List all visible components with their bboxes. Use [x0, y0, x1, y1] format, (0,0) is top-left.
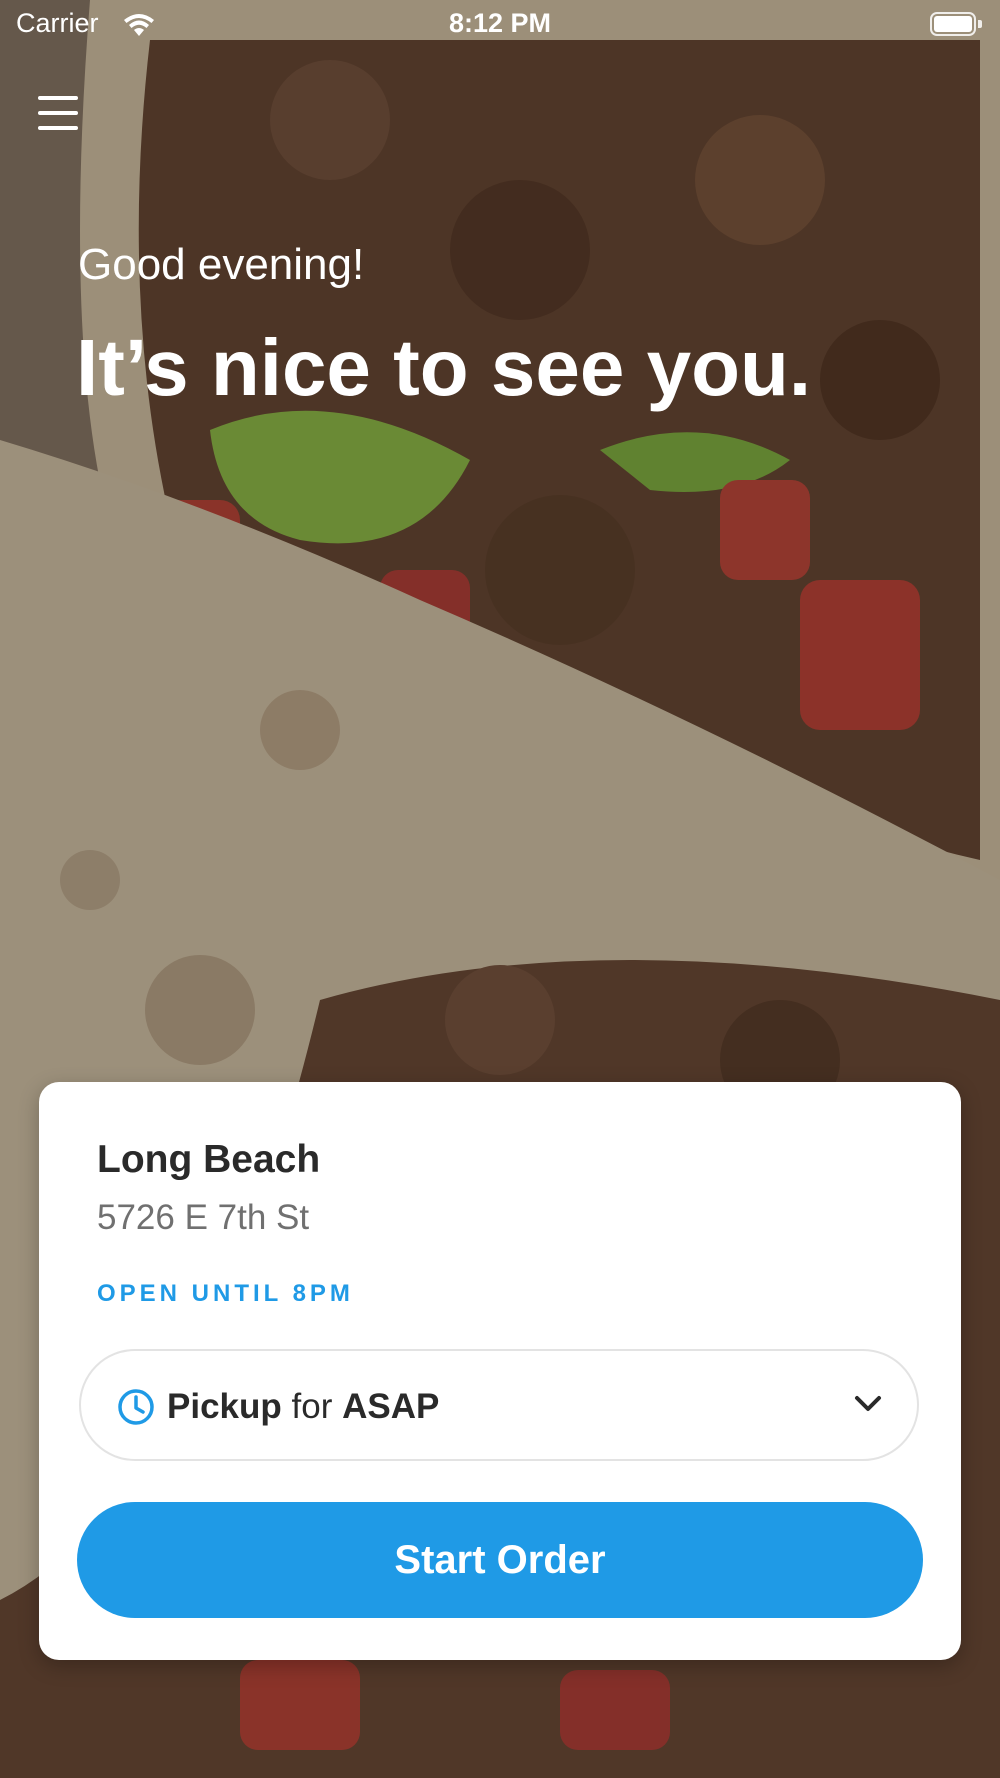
- clock-icon: [118, 1389, 154, 1425]
- chevron-down-icon: [855, 1396, 881, 1411]
- status-bar: Carrier 8:12 PM: [0, 0, 1000, 52]
- greeting-headline: It’s nice to see you.: [76, 323, 812, 412]
- battery-icon: [930, 12, 984, 38]
- location-hours: OPEN UNTIL 8PM: [97, 1280, 354, 1307]
- location-name: Long Beach: [97, 1138, 321, 1181]
- order-type-selector[interactable]: Pickup for ASAP: [79, 1349, 919, 1461]
- order-mode: Pickup: [167, 1387, 282, 1426]
- order-connector: for: [291, 1387, 333, 1426]
- order-type-text: Pickup for ASAP: [167, 1387, 439, 1427]
- clock-time: 8:12 PM: [448, 8, 552, 38]
- hamburger-menu-icon[interactable]: [38, 94, 78, 132]
- location-card: Long Beach 5726 E 7th St OPEN UNTIL 8PM …: [39, 1082, 961, 1660]
- location-address: 5726 E 7th St: [97, 1198, 310, 1237]
- order-time: ASAP: [342, 1387, 440, 1426]
- start-order-button[interactable]: Start Order: [77, 1502, 923, 1618]
- greeting-salutation: Good evening!: [78, 240, 365, 289]
